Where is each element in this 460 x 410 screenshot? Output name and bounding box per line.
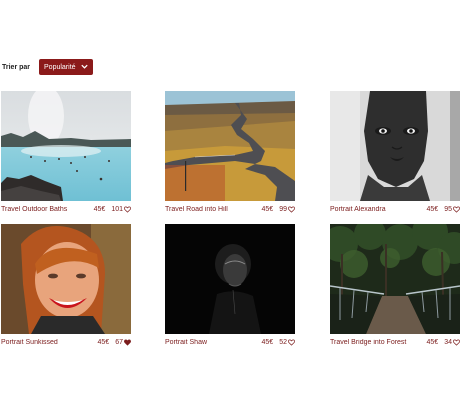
media-card: Travel Outdoor Baths 45€ 101 [1, 91, 131, 215]
like-button[interactable]: 34 [444, 339, 460, 346]
item-title[interactable]: Travel Road into Hill [165, 206, 262, 213]
item-price: 45€ [426, 205, 439, 213]
sort-label: Trier par [2, 63, 31, 71]
item-title[interactable]: Travel Outdoor Baths [1, 206, 94, 213]
heart-filled-icon [124, 339, 131, 346]
media-photo[interactable] [165, 91, 295, 201]
like-count: 52 [279, 338, 287, 346]
item-price: 45€ [261, 338, 274, 346]
sort-selected-value: Popularité [44, 63, 76, 71]
media-card: Portrait Sunkissed 45€ 67 [1, 224, 131, 348]
media-photo[interactable] [1, 224, 131, 334]
heart-outline-icon [124, 206, 131, 213]
item-title[interactable]: Travel Bridge into Forest [330, 339, 427, 346]
like-button[interactable]: 95 [444, 206, 460, 213]
item-title[interactable]: Portrait Shaw [165, 339, 262, 346]
card-meta: Portrait Alexandra 45€ 95 [330, 203, 460, 215]
item-title[interactable]: Portrait Alexandra [330, 206, 427, 213]
like-button[interactable]: 52 [279, 339, 295, 346]
media-photo[interactable] [1, 91, 131, 201]
like-button[interactable]: 101 [111, 206, 131, 213]
like-count: 101 [111, 205, 123, 213]
heart-outline-icon [288, 339, 295, 346]
item-price: 45€ [97, 338, 110, 346]
card-meta: Portrait Sunkissed 45€ 67 [1, 336, 131, 348]
heart-outline-icon [453, 339, 460, 346]
heart-outline-icon [288, 206, 295, 213]
sort-bar: Trier par Popularité [2, 59, 94, 75]
media-photo[interactable] [165, 224, 295, 334]
item-price: 45€ [261, 205, 274, 213]
like-count: 95 [444, 205, 452, 213]
chevron-down-icon [81, 64, 88, 69]
card-meta: Travel Outdoor Baths 45€ 101 [1, 203, 131, 215]
like-button[interactable]: 67 [115, 339, 131, 346]
media-card: Travel Road into Hill 45€ 99 [165, 91, 295, 215]
media-card: Travel Bridge into Forest 45€ 34 [330, 224, 460, 348]
media-photo[interactable] [330, 91, 460, 201]
item-title[interactable]: Portrait Sunkissed [1, 339, 98, 346]
card-meta: Travel Road into Hill 45€ 99 [165, 203, 295, 215]
media-photo[interactable] [330, 224, 460, 334]
item-price: 45€ [93, 205, 106, 213]
media-card: Portrait Alexandra 45€ 95 [330, 91, 460, 215]
like-count: 99 [279, 205, 287, 213]
heart-outline-icon [453, 206, 460, 213]
media-card: Portrait Shaw 45€ 52 [165, 224, 295, 348]
item-price: 45€ [426, 338, 439, 346]
sort-select[interactable]: Popularité [39, 59, 94, 75]
like-count: 34 [444, 338, 452, 346]
like-button[interactable]: 99 [279, 206, 295, 213]
like-count: 67 [115, 338, 123, 346]
card-meta: Travel Bridge into Forest 45€ 34 [330, 336, 460, 348]
card-meta: Portrait Shaw 45€ 52 [165, 336, 295, 348]
